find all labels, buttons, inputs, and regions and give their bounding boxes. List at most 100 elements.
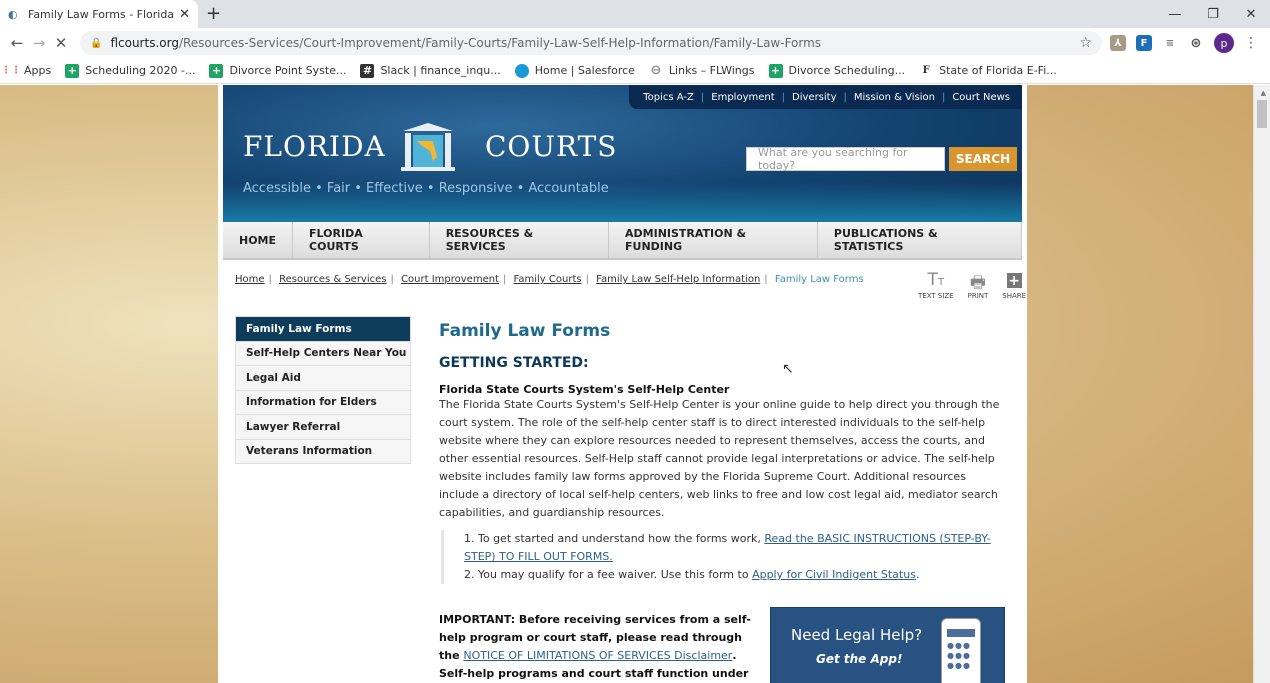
civil-indigent-link[interactable]: Apply for Civil Indigent Status: [752, 568, 916, 581]
bookmark-apps[interactable]: ⋮⋮ Apps: [1, 64, 51, 78]
section-heading: Florida State Courts System's Self-Help …: [439, 383, 730, 396]
logo-courts[interactable]: COURTS: [485, 130, 617, 163]
url-path: /Resources-Services/Court-Improvement/Fa…: [178, 36, 822, 50]
breadcrumb: Home | Resources & Services | Court Improv…: [235, 274, 864, 285]
app-banner-title: Need Legal Help?: [791, 626, 923, 644]
page-tools: TT TEXT SIZE 🖶 PRINT + SHARE: [918, 270, 1026, 300]
nav-florida-courts[interactable]: FLORIDA COURTS: [293, 222, 430, 258]
page-title: Family Law Forms: [439, 321, 611, 341]
sheets-icon: +: [768, 63, 783, 78]
scrollbar-thumb[interactable]: [1257, 100, 1267, 128]
nav-administration-funding[interactable]: ADMINISTRATION & FUNDING: [609, 222, 818, 258]
reader-extension-icon[interactable]: ≡: [1162, 35, 1178, 51]
util-link-topics[interactable]: Topics A-Z: [643, 92, 694, 103]
breadcrumb-family-courts[interactable]: Family Courts: [514, 274, 582, 285]
sheets-icon: +: [209, 63, 224, 78]
menu-kebab-icon[interactable]: ⋮: [1244, 35, 1258, 51]
breadcrumb-self-help[interactable]: Family Law Self-Help Information: [596, 274, 760, 285]
site-tagline: Accessible • Fair • Effective • Responsi…: [243, 181, 609, 196]
back-button[interactable]: ←: [6, 34, 28, 52]
scroll-up-arrow-icon[interactable]: ▲: [1261, 89, 1266, 97]
f-extension-icon[interactable]: F: [1136, 35, 1152, 51]
main-nav: HOME FLORIDA COURTS RESOURCES & SERVICES…: [223, 222, 1022, 260]
util-link-employment[interactable]: Employment: [711, 92, 774, 103]
pdf-extension-icon[interactable]: ⅄: [1110, 35, 1126, 51]
sheets-icon: +: [65, 63, 80, 78]
share-button[interactable]: + SHARE: [1002, 270, 1026, 301]
close-tab-icon[interactable]: ✕: [179, 7, 190, 22]
salesforce-cloud-icon: [514, 63, 529, 78]
utility-nav: Topics A-Z | Employment | Diversity | Missi…: [629, 85, 1022, 109]
slack-icon: #: [360, 63, 375, 78]
util-link-news[interactable]: Court News: [952, 92, 1010, 103]
sync-extension-icon[interactable]: ⊛: [1188, 35, 1204, 51]
breadcrumb-home[interactable]: Home: [235, 274, 265, 285]
next-heading: Self-help programs and court staff funct…: [439, 667, 749, 680]
mouse-cursor-icon: ↖: [782, 361, 794, 377]
main-content: Family Law Forms GETTING STARTED: Florid…: [439, 321, 1009, 683]
browser-tab[interactable]: ◐ Family Law Forms - Florida Court ✕: [0, 0, 198, 28]
text-size-icon: TT: [927, 270, 945, 290]
section-subtitle: GETTING STARTED:: [439, 355, 589, 371]
bookmark-salesforce[interactable]: Home | Salesforce: [514, 63, 635, 78]
nav-home[interactable]: HOME: [223, 222, 294, 258]
disclaimer-link[interactable]: NOTICE OF LIMITATIONS OF SERVICES Discla…: [463, 649, 732, 662]
address-bar[interactable]: 🔒 flcourts.org /Resources-Services/Court…: [80, 31, 1102, 55]
tab-bar: ◐ Family Law Forms - Florida Court ✕ + —…: [0, 0, 1270, 28]
minimize-button[interactable]: —: [1156, 0, 1194, 28]
bookmark-divorce-point[interactable]: + Divorce Point Syste...: [209, 63, 346, 78]
bookmark-links[interactable]: ⊖ Links – FLWings: [649, 63, 754, 78]
side-nav-legal-aid[interactable]: Legal Aid: [236, 365, 410, 390]
forward-button[interactable]: →: [28, 34, 50, 52]
side-nav-veterans[interactable]: Veterans Information: [236, 438, 410, 463]
tab-title: Family Law Forms - Florida Court: [28, 7, 175, 21]
search-button[interactable]: SEARCH: [949, 147, 1017, 171]
site-banner: Topics A-Z | Employment | Diversity | Missi…: [223, 85, 1022, 222]
printer-icon: 🖶: [969, 273, 986, 293]
util-link-diversity[interactable]: Diversity: [792, 92, 837, 103]
text-size-button[interactable]: TT TEXT SIZE: [918, 270, 954, 300]
breadcrumb-current: Family Law Forms: [774, 274, 864, 285]
globe-icon: ⊖: [650, 63, 662, 78]
steps-list: 1. To get started and understand how the…: [441, 530, 1009, 584]
page-container: Topics A-Z | Employment | Diversity | Missi…: [218, 85, 1027, 683]
app-banner-subtitle: Get the App!: [816, 652, 903, 666]
bookmark-slack[interactable]: # Slack | finance_inqu...: [360, 63, 501, 78]
new-tab-button[interactable]: +: [206, 3, 221, 24]
bookmark-scheduling[interactable]: + Scheduling 2020 -...: [65, 63, 195, 78]
page-viewport: ▲ Topics A-Z | Employment | Diversity | Mis…: [0, 85, 1270, 683]
url-host: flcourts.org: [110, 36, 179, 50]
close-window-button[interactable]: ✕: [1232, 0, 1270, 28]
breadcrumb-court-improvement[interactable]: Court Improvement: [401, 274, 499, 285]
important-notice: IMPORTANT: Before receiving services fro…: [439, 613, 751, 662]
apps-grid-icon: ⋮⋮: [1, 65, 21, 76]
phone-icon: ●●● ●●● ●●●: [941, 618, 981, 683]
step-2: 2. You may qualify for a fee waiver. Use…: [464, 568, 920, 581]
restore-button[interactable]: ❐: [1194, 0, 1232, 28]
nav-publications-statistics[interactable]: PUBLICATIONS & STATISTICS: [818, 222, 1022, 258]
side-nav-elders[interactable]: Information for Elders: [236, 389, 410, 414]
get-app-banner[interactable]: Need Legal Help? Get the App! ●●● ●●● ●●●: [770, 607, 1005, 683]
bookmark-efiling[interactable]: F State of Florida E-Fi...: [919, 64, 1057, 78]
breadcrumb-resources[interactable]: Resources & Services: [279, 274, 386, 285]
lock-icon: 🔒: [90, 37, 103, 49]
navigation-bar: ← → ✕ 🔒 flcourts.org /Resources-Services…: [0, 28, 1270, 58]
logo-florida[interactable]: FLORIDA: [243, 130, 386, 163]
side-nav-self-help-centers[interactable]: Self-Help Centers Near You: [236, 340, 410, 365]
intro-paragraph: The Florida State Courts System's Self-H…: [439, 398, 1000, 519]
plus-share-icon: +: [1006, 272, 1022, 289]
bookmarks-bar: ⋮⋮ Apps + Scheduling 2020 -... + Divorce Po…: [0, 58, 1270, 84]
site-favicon-icon: ◐: [8, 8, 18, 21]
nav-resources-services[interactable]: RESOURCES & SERVICES: [430, 222, 610, 258]
courthouse-emblem-icon: [401, 123, 455, 171]
util-link-mission[interactable]: Mission & Vision: [854, 92, 935, 103]
print-button[interactable]: 🖶 PRINT: [968, 270, 989, 300]
site-search-input[interactable]: What are you searching for today?: [746, 146, 945, 172]
side-nav-family-law-forms[interactable]: Family Law Forms: [236, 316, 410, 341]
fcc-logo-icon: F: [922, 65, 930, 76]
bookmark-star-icon[interactable]: ☆: [1079, 35, 1092, 51]
side-nav-lawyer-referral[interactable]: Lawyer Referral: [236, 414, 410, 439]
bookmark-divorce-scheduling[interactable]: + Divorce Scheduling...: [768, 63, 905, 78]
stop-loading-button[interactable]: ✕: [50, 34, 72, 52]
profile-avatar[interactable]: p: [1214, 33, 1234, 53]
